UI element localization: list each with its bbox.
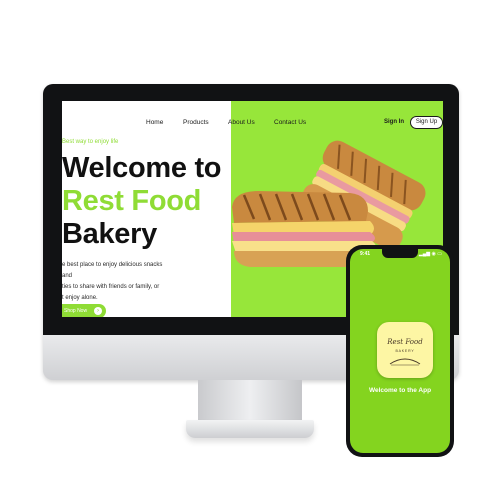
status-time: 9:41 — [360, 251, 371, 257]
nav-contact-link[interactable]: Contact Us — [274, 119, 306, 126]
hero-headline: Welcome to Rest Food Bakery — [62, 152, 228, 251]
app-welcome-title: Welcome to the App — [368, 387, 432, 394]
shop-now-label: Shop Now — [64, 308, 88, 314]
status-icons: ▂▄▆ ◉ ▭ — [418, 251, 442, 257]
phone-notch — [382, 249, 418, 258]
description-line: ties to share with friends or family, or — [62, 284, 160, 290]
monitor-stand-base — [186, 420, 314, 438]
nav-about-link[interactable]: About Us — [228, 119, 255, 126]
headline-line-2: Rest Food — [62, 185, 202, 217]
phone-screen: 9:41 ▂▄▆ ◉ ▭ Rest Food BAKERY Welcome to… — [350, 249, 450, 453]
shop-now-button[interactable]: Shop Now › — [62, 304, 106, 317]
monitor-stand — [198, 380, 302, 424]
sign-in-link[interactable]: Sign In — [384, 119, 404, 125]
headline-line-3: Bakery — [62, 218, 157, 250]
app-icon[interactable]: Rest Food BAKERY — [377, 322, 433, 378]
sign-up-button[interactable]: Sign Up — [410, 116, 443, 129]
hero-description: e best place to enjoy delicious snacks a… — [62, 260, 174, 304]
hero-tagline: Best way to enjoy life — [62, 139, 119, 145]
arrow-right-icon: › — [94, 307, 102, 315]
headline-line-1: Welcome to — [62, 152, 228, 185]
nav-home-link[interactable]: Home — [146, 119, 163, 126]
app-logo-subtext: BAKERY — [395, 349, 415, 353]
bakery-logo-icon — [389, 358, 421, 366]
description-line: t enjoy alone. — [62, 295, 98, 301]
smartphone: 9:41 ▂▄▆ ◉ ▭ Rest Food BAKERY Welcome to… — [346, 245, 454, 457]
nav-products-link[interactable]: Products — [183, 119, 209, 126]
app-logo-text: Rest Food — [387, 338, 423, 346]
description-line: e best place to enjoy delicious snacks a… — [62, 262, 163, 279]
